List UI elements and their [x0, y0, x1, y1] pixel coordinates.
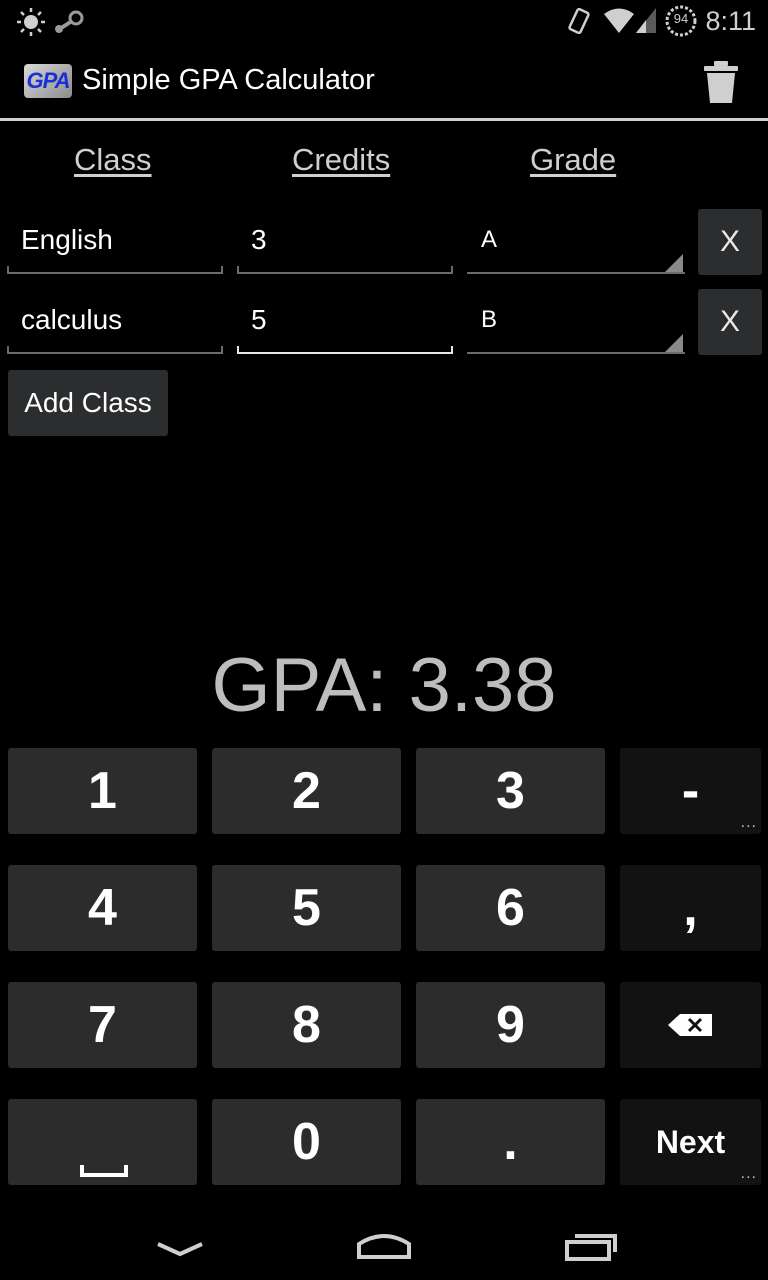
add-class-button[interactable]: Add Class: [8, 370, 168, 436]
credits-input[interactable]: 5: [237, 288, 453, 354]
dropdown-caret-icon: [665, 254, 683, 272]
app-logo: GPA: [24, 64, 72, 98]
key-6[interactable]: 6: [416, 865, 605, 951]
key-2[interactable]: 2: [212, 748, 401, 834]
action-bar: GPA Simple GPA Calculator: [0, 42, 768, 121]
wifi-icon: [604, 8, 634, 33]
status-time: 8:11: [705, 6, 756, 36]
key-4[interactable]: 4: [8, 865, 197, 951]
trash-icon[interactable]: [702, 60, 740, 104]
key-5[interactable]: 5: [212, 865, 401, 951]
battery-level: 94: [673, 11, 689, 26]
header-grade: Grade: [530, 142, 617, 177]
backspace-icon: [668, 1014, 712, 1036]
key-8[interactable]: 8: [212, 982, 401, 1068]
space-icon: [80, 1165, 128, 1177]
grade-dropdown[interactable]: B: [467, 288, 685, 354]
key-1[interactable]: 1: [8, 748, 197, 834]
key-7[interactable]: 7: [8, 982, 197, 1068]
class-name-input[interactable]: calculus: [7, 288, 223, 354]
remove-class-button[interactable]: X: [698, 209, 762, 275]
key-comma[interactable]: ,: [620, 865, 761, 951]
app-title: Simple GPA Calculator: [82, 64, 375, 96]
class-name-input[interactable]: English: [7, 208, 223, 274]
header-credits: Credits: [292, 142, 391, 177]
header-class: Class: [74, 142, 152, 177]
grade-dropdown[interactable]: A: [467, 208, 685, 274]
home-icon[interactable]: [356, 1230, 412, 1260]
credits-input[interactable]: 3: [237, 208, 453, 274]
key-minus[interactable]: -...: [620, 748, 761, 834]
signal-icon: [636, 8, 656, 33]
dropdown-caret-icon: [665, 334, 683, 352]
key-next[interactable]: Next...: [620, 1099, 761, 1185]
brightness-icon: [17, 8, 45, 36]
key-space[interactable]: [8, 1099, 197, 1185]
recent-apps-icon[interactable]: [564, 1230, 618, 1262]
navigation-bar: [0, 1190, 768, 1280]
gpa-result: GPA: 3.38: [211, 643, 557, 728]
key-9[interactable]: 9: [416, 982, 605, 1068]
vibrate-icon: [568, 7, 590, 35]
action-bar-divider: [0, 118, 768, 121]
key-0[interactable]: 0: [212, 1099, 401, 1185]
status-bar: 94 8:11: [0, 0, 768, 42]
key-backspace[interactable]: [620, 982, 761, 1068]
key-period[interactable]: .: [416, 1099, 605, 1185]
key-3[interactable]: 3: [416, 748, 605, 834]
steam-icon: [55, 10, 84, 33]
numeric-keyboard: 1 2 3 -... 4 5 6 , 7 8 9 0 . Next...: [0, 738, 768, 1190]
back-chevron-icon[interactable]: [156, 1240, 204, 1260]
remove-class-button[interactable]: X: [698, 289, 762, 355]
